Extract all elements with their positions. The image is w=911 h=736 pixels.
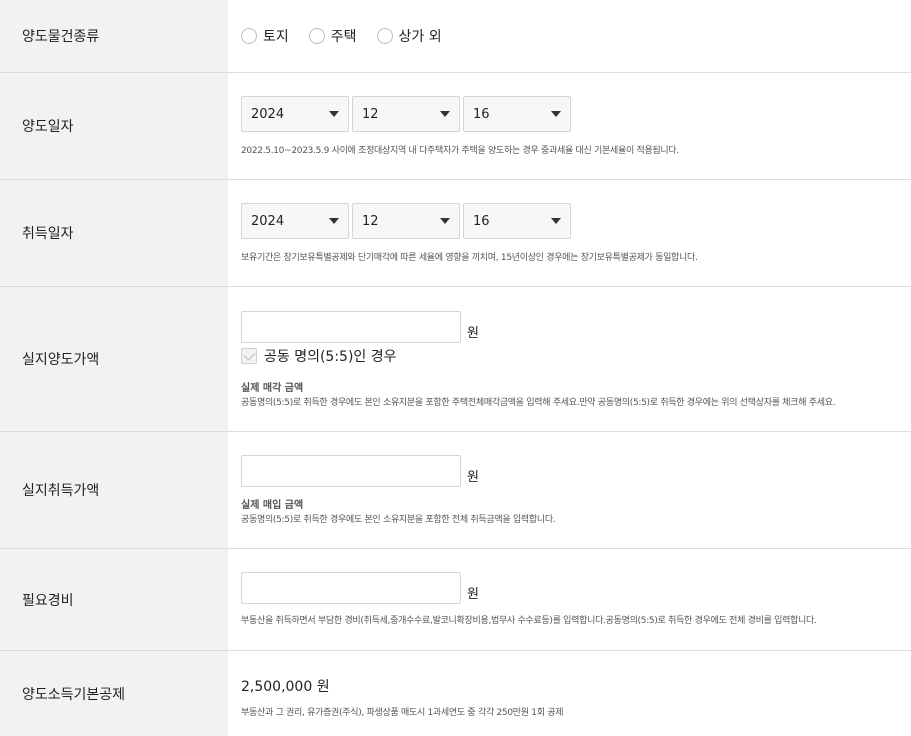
transfer-price-note-title: 실제 매각 금액 — [241, 383, 304, 394]
chevron-down-icon — [440, 111, 450, 117]
currency-unit: 원 — [467, 326, 479, 341]
expenses-note: 부동산을 취득하면서 부담한 경비(취득세,중개수수료,발코니확장비용,법무사 … — [241, 616, 817, 626]
check-icon — [242, 348, 256, 361]
expenses-input[interactable] — [241, 572, 461, 604]
transfer-month-select[interactable]: 12 — [352, 96, 460, 132]
radio-circle-icon[interactable] — [241, 28, 257, 44]
row-label: 양도일자 — [0, 73, 228, 179]
radio-house[interactable]: 주택 — [308, 26, 357, 46]
acquisition-price-input[interactable] — [241, 455, 461, 487]
chevron-down-icon — [329, 111, 339, 117]
row-basic-deduction: 양도소득기본공제 2,500,000 원 부동산과 그 권리, 유가증권(주식)… — [0, 651, 911, 736]
transfer-year-select[interactable]: 2024 — [241, 96, 349, 132]
currency-unit: 원 — [467, 470, 479, 485]
property-type-radio-group: 토지 주택 상가 외 — [241, 0, 911, 72]
row-label: 양도소득기본공제 — [0, 651, 228, 736]
row-necessary-expenses: 필요경비 원 부동산을 취득하면서 부담한 경비(취득세,중개수수료,발코니확장… — [0, 549, 911, 651]
acquisition-day-select[interactable]: 16 — [463, 203, 571, 239]
row-label: 필요경비 — [0, 549, 228, 650]
row-label: 양도물건종류 — [0, 0, 228, 72]
radio-commercial[interactable]: 상가 외 — [376, 26, 442, 46]
acquisition-price-note: 공동명의(5:5)로 취득한 경우에도 본인 소유지분을 포함한 전체 취득금액… — [241, 515, 556, 525]
acquisition-date-note: 보유기간은 장기보유특별공제와 단기매각에 따른 세율에 영향을 끼치며, 15… — [241, 253, 698, 263]
chevron-down-icon — [440, 218, 450, 224]
tax-form: 양도물건종류 토지 주택 상가 외 양도일자 2024 12 16 2022.5… — [0, 0, 911, 736]
row-actual-transfer-price: 실지양도가액 원 공동 명의(5:5)인 경우 실제 매각 금액 공동명의(5:… — [0, 287, 911, 432]
transfer-day-select[interactable]: 16 — [463, 96, 571, 132]
acquisition-price-note-title: 실제 매입 금액 — [241, 500, 304, 511]
acquisition-year-select[interactable]: 2024 — [241, 203, 349, 239]
row-acquisition-date: 취득일자 2024 12 16 보유기간은 장기보유특별공제와 단기매각에 따른… — [0, 180, 911, 287]
row-actual-acquisition-price: 실지취득가액 원 실제 매입 금액 공동명의(5:5)로 취득한 경우에도 본인… — [0, 432, 911, 549]
row-label: 취득일자 — [0, 180, 228, 286]
chevron-down-icon — [551, 111, 561, 117]
acquisition-month-select[interactable]: 12 — [352, 203, 460, 239]
chevron-down-icon — [551, 218, 561, 224]
row-label: 실지양도가액 — [0, 287, 228, 431]
transfer-date-note: 2022.5.10~2023.5.9 사이에 조정대상지역 내 다주택자가 주택… — [241, 146, 679, 156]
joint-ownership-label[interactable]: 공동 명의(5:5)인 경우 — [264, 346, 397, 366]
chevron-down-icon — [329, 218, 339, 224]
row-transfer-date: 양도일자 2024 12 16 2022.5.10~2023.5.9 사이에 조… — [0, 73, 911, 180]
basic-deduction-note: 부동산과 그 권리, 유가증권(주식), 파생상품 매도시 1과세연도 중 각각… — [241, 708, 564, 718]
transfer-price-note: 공동명의(5:5)로 취득한 경우에도 본인 소유지분을 포함한 주택전체매각금… — [241, 398, 836, 408]
radio-circle-icon[interactable] — [308, 28, 325, 44]
currency-unit: 원 — [467, 587, 479, 602]
basic-deduction-amount: 2,500,000 원 — [241, 679, 330, 695]
joint-ownership-checkbox[interactable] — [241, 348, 257, 364]
row-label: 실지취득가액 — [0, 432, 228, 548]
radio-circle-icon[interactable] — [376, 28, 393, 44]
transfer-price-input[interactable] — [241, 311, 461, 343]
radio-land[interactable]: 토지 — [241, 26, 289, 46]
row-property-type: 양도물건종류 토지 주택 상가 외 — [0, 0, 911, 73]
